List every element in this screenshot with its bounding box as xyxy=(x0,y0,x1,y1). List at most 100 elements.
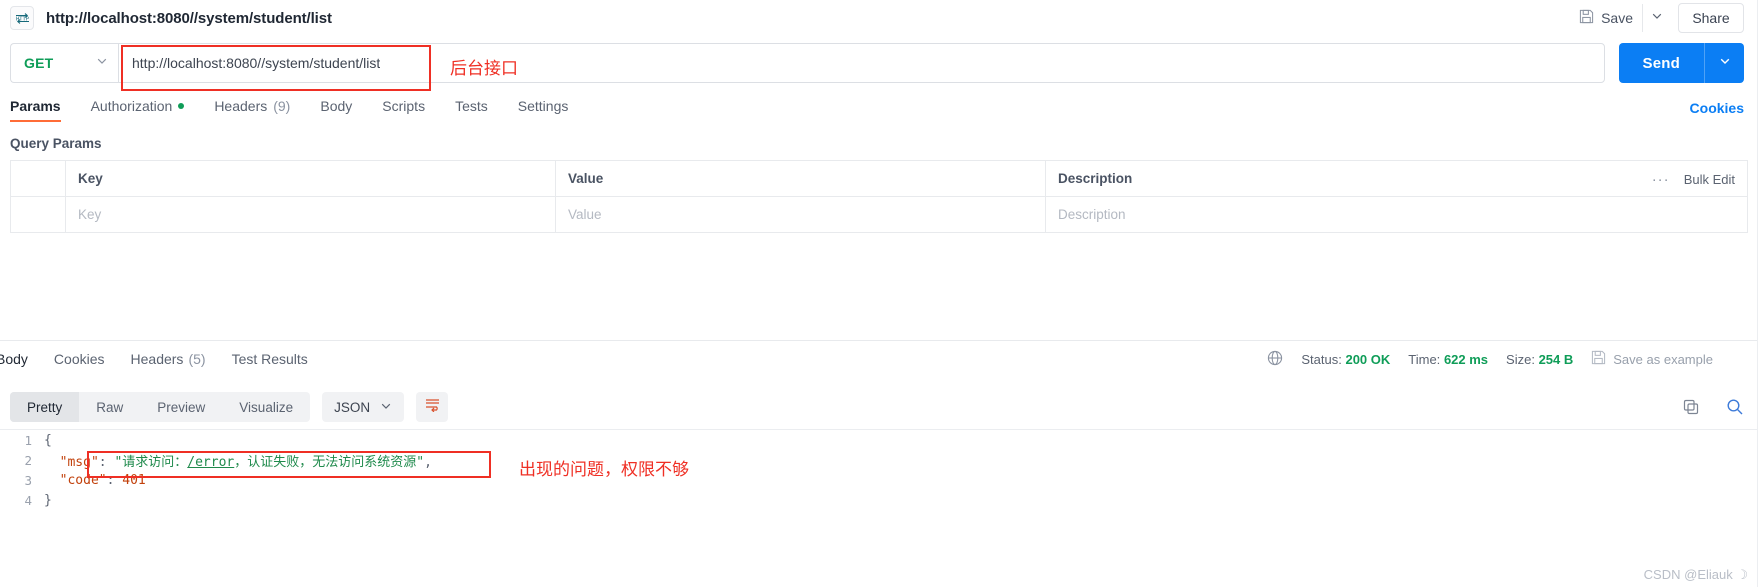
tab-title: http://localhost:8080//system/student/li… xyxy=(46,9,332,27)
save-as-example-button[interactable]: Save as example xyxy=(1591,350,1713,368)
response-body-toolbar: Pretty Raw Preview Visualize JSON xyxy=(0,385,1758,429)
code-content: "msg": "请求访问：/error，认证失败，无法访问系统资源", xyxy=(59,454,432,470)
tab-settings-label: Settings xyxy=(517,98,569,114)
tab-body-label: Body xyxy=(320,98,353,114)
http-icon: HTTP xyxy=(10,6,34,30)
watermark: CSDN @Eliauk ☽ xyxy=(1643,567,1748,582)
response-format-select[interactable]: JSON xyxy=(322,392,405,422)
response-tab-headers-count: (5) xyxy=(188,351,206,367)
time-value: 622 ms xyxy=(1443,351,1489,367)
time-label: Time: xyxy=(1408,351,1441,367)
request-tabs: Params Authorization Headers (9) Body Sc… xyxy=(0,90,1758,122)
tab-params[interactable]: Params xyxy=(10,98,61,122)
status-badge: Status: 200 OK xyxy=(1301,352,1390,367)
column-header-value: Value xyxy=(556,161,1046,196)
share-label: Share xyxy=(1692,10,1730,26)
tab-headers[interactable]: Headers (9) xyxy=(214,98,290,122)
chevron-down-icon xyxy=(1719,54,1731,72)
status-value: 200 OK xyxy=(1345,351,1391,367)
body-annotation-label: 出现的问题，权限不够 xyxy=(519,460,689,480)
json-key-msg: "msg" xyxy=(59,454,99,470)
code-line: 1 { xyxy=(0,430,1758,450)
view-mode-group: Pretty Raw Preview Visualize xyxy=(10,392,311,422)
copy-icon[interactable] xyxy=(1682,398,1700,416)
table-header-actions: ··· Bulk Edit xyxy=(1652,161,1735,197)
size-badge: Size: 254 B xyxy=(1506,352,1573,367)
send-options-button[interactable] xyxy=(1704,43,1744,83)
response-tab-test-results[interactable]: Test Results xyxy=(232,351,308,367)
chevron-down-icon xyxy=(1651,9,1663,27)
word-wrap-toggle[interactable] xyxy=(416,392,449,422)
response-tab-cookies[interactable]: Cookies xyxy=(54,351,105,367)
response-tab-headers-label: Headers xyxy=(130,351,184,367)
size-label: Size: xyxy=(1506,351,1535,367)
http-method-select[interactable]: GET xyxy=(10,43,118,83)
globe-icon xyxy=(1267,350,1283,369)
tab-body[interactable]: Body xyxy=(320,98,352,122)
tab-authorization[interactable]: Authorization xyxy=(91,98,185,122)
response-tab-body-label: Body xyxy=(0,351,28,367)
response-tab-body[interactable]: Body xyxy=(0,351,28,367)
code-line: 3 "code": 401 xyxy=(0,470,1758,490)
table-row[interactable]: Key Value Description xyxy=(11,197,1747,233)
code-content: } xyxy=(44,492,52,508)
line-number: 2 xyxy=(24,452,32,468)
tab-authorization-label: Authorization xyxy=(90,98,173,114)
view-mode-pretty[interactable]: Pretty xyxy=(10,392,80,422)
row-value-input[interactable]: Value xyxy=(556,197,1046,232)
floppy-disk-icon xyxy=(1579,9,1594,27)
tab-headers-count: (9) xyxy=(273,98,291,114)
column-header-key: Key xyxy=(66,161,556,196)
response-status-strip: Status: 200 OK Time: 622 ms Size: 254 B … xyxy=(1267,341,1744,377)
response-tab-headers[interactable]: Headers (5) xyxy=(131,351,206,367)
json-value-code: 401 xyxy=(122,472,146,488)
send-label: Send xyxy=(1642,54,1680,72)
tab-scripts-label: Scripts xyxy=(382,98,426,114)
view-mode-visualize[interactable]: Visualize xyxy=(222,392,310,422)
tab-params-label: Params xyxy=(10,98,61,114)
code-content: { xyxy=(44,432,52,448)
tab-tests[interactable]: Tests xyxy=(455,98,488,122)
ellipsis-icon[interactable]: ··· xyxy=(1652,171,1670,188)
request-url-row: GET http://localhost:8080//system/studen… xyxy=(0,36,1758,90)
chevron-down-icon xyxy=(96,54,108,72)
select-all-cell[interactable] xyxy=(11,161,66,196)
line-number: 4 xyxy=(24,492,32,508)
share-button[interactable]: Share xyxy=(1678,3,1744,33)
response-body-code[interactable]: 1 { 2 "msg": "请求访问：/error，认证失败，无法访问系统资源"… xyxy=(0,429,1758,587)
size-value: 254 B xyxy=(1538,351,1574,367)
save-group: Save xyxy=(1570,3,1670,33)
status-label: Status: xyxy=(1301,351,1342,367)
code-content: "code": 401 xyxy=(59,472,146,488)
tab-scripts[interactable]: Scripts xyxy=(382,98,425,122)
tab-tests-label: Tests xyxy=(455,98,488,114)
floppy-disk-icon xyxy=(1591,350,1606,368)
view-mode-raw[interactable]: Raw xyxy=(79,392,140,422)
http-method-value: GET xyxy=(24,55,54,71)
row-checkbox-cell[interactable] xyxy=(11,197,66,232)
response-tab-cookies-label: Cookies xyxy=(53,351,105,367)
row-key-input[interactable]: Key xyxy=(66,197,556,232)
window-title-bar: HTTP http://localhost:8080//system/stude… xyxy=(0,0,1758,36)
save-button[interactable]: Save xyxy=(1570,4,1642,32)
table-header-row: Key Value Description ··· Bulk Edit xyxy=(11,161,1747,197)
response-body-icons xyxy=(1682,385,1744,429)
cookies-link[interactable]: Cookies xyxy=(1690,100,1744,116)
word-wrap-icon xyxy=(424,397,441,417)
send-button[interactable]: Send xyxy=(1618,43,1744,83)
url-input[interactable]: http://localhost:8080//system/student/li… xyxy=(118,43,1605,83)
tab-settings[interactable]: Settings xyxy=(518,98,569,122)
chevron-down-icon xyxy=(380,400,392,415)
save-label: Save xyxy=(1601,10,1633,26)
row-description-input[interactable]: Description xyxy=(1046,197,1747,232)
line-number: 3 xyxy=(24,472,32,488)
view-mode-preview[interactable]: Preview xyxy=(140,392,222,422)
save-options-button[interactable] xyxy=(1642,4,1670,32)
search-icon[interactable] xyxy=(1726,398,1744,416)
response-format-value: JSON xyxy=(334,399,371,415)
bulk-edit-button[interactable]: Bulk Edit xyxy=(1684,172,1735,187)
json-error-path-link[interactable]: /error xyxy=(187,455,234,470)
query-params-title: Query Params xyxy=(10,136,102,151)
query-params-table: Key Value Description ··· Bulk Edit Key … xyxy=(10,160,1748,233)
tab-headers-label: Headers xyxy=(214,98,268,114)
